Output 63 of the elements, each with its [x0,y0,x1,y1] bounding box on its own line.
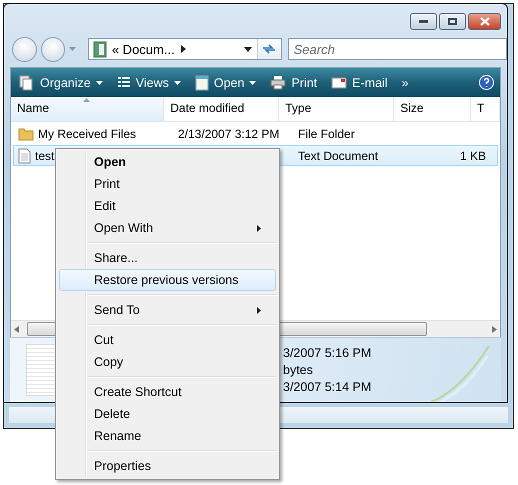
close-icon [480,16,490,26]
printer-icon [270,75,286,90]
address-bar[interactable]: « Docum... [88,38,282,60]
file-type: Text Document [298,148,378,162]
toolbar-button[interactable]: » [400,70,411,94]
toolbar-button[interactable]: Print [268,70,320,94]
address-text: « Docum... [112,42,175,56]
file-name: test [35,148,54,162]
chevron-icon [180,45,186,53]
search-field[interactable]: Search [288,38,507,60]
minimize-icon [419,20,428,22]
swoosh-drawing [431,344,491,402]
menu-item[interactable]: Open [59,151,276,173]
toolbar-button[interactable]: Organize [17,70,105,94]
menu-item[interactable]: Restore previous versions [59,269,276,291]
detail-text: 3/2007 5:14 PM [283,378,372,396]
dropdown-icon [96,80,103,84]
toolbar-button[interactable]: Open [192,70,258,94]
menu-item[interactable]: Cut [59,329,276,351]
dropdown-icon[interactable] [244,46,252,52]
help-icon[interactable] [479,75,494,90]
maximize-button[interactable] [439,12,466,30]
close-button[interactable] [468,12,501,30]
folder-pane-icon [92,40,107,58]
toolbar-button[interactable]: E-mail [329,70,390,94]
column-header[interactable]: Name [11,97,164,121]
scroll-right-icon[interactable] [492,326,497,332]
submenu-arrow-icon [257,306,261,314]
submenu-arrow-icon [257,224,261,232]
pages-icon [19,74,35,90]
sort-arrow-icon [83,98,90,102]
scroll-left-icon[interactable] [14,326,19,332]
menu-item[interactable]: Rename [59,425,276,447]
menu-item[interactable]: Create Shortcut [59,381,276,403]
refresh-icon [262,44,276,54]
file-row[interactable]: My Received Files 2/13/2007 3:12 PM File Folder [13,123,498,144]
file-name: My Received Files [38,126,136,140]
refresh-button[interactable] [256,39,281,59]
file-type: File Folder [298,126,355,140]
minimize-button[interactable] [410,12,437,30]
maximize-icon [448,18,457,24]
text-file-icon [18,148,31,164]
dropdown-icon [249,80,256,84]
menu-item[interactable]: Open With [59,217,276,239]
menu-item[interactable]: Edit [59,195,276,217]
back-button[interactable] [12,36,36,62]
date-modified: 2/13/2007 3:12 PM [178,126,280,140]
dropdown-icon [174,80,181,84]
menu-item[interactable]: Properties [59,455,276,477]
list-icon [116,76,131,90]
toolbar-button[interactable]: Views [114,70,183,94]
menu-item[interactable]: Print [59,173,276,195]
menu-item[interactable]: Share... [59,247,276,269]
notepad-icon [194,74,209,90]
menu-item[interactable]: Send To [59,299,276,321]
detail-text: bytes [283,362,314,378]
forward-button[interactable] [40,36,65,62]
detail-text: 3/2007 5:16 PM [283,344,372,362]
folder-icon [18,126,34,140]
menu-item[interactable]: Delete [59,403,276,425]
envelope-icon [331,76,348,88]
menu-item[interactable]: Copy [59,351,276,373]
file-size: 1 KB [460,148,486,162]
